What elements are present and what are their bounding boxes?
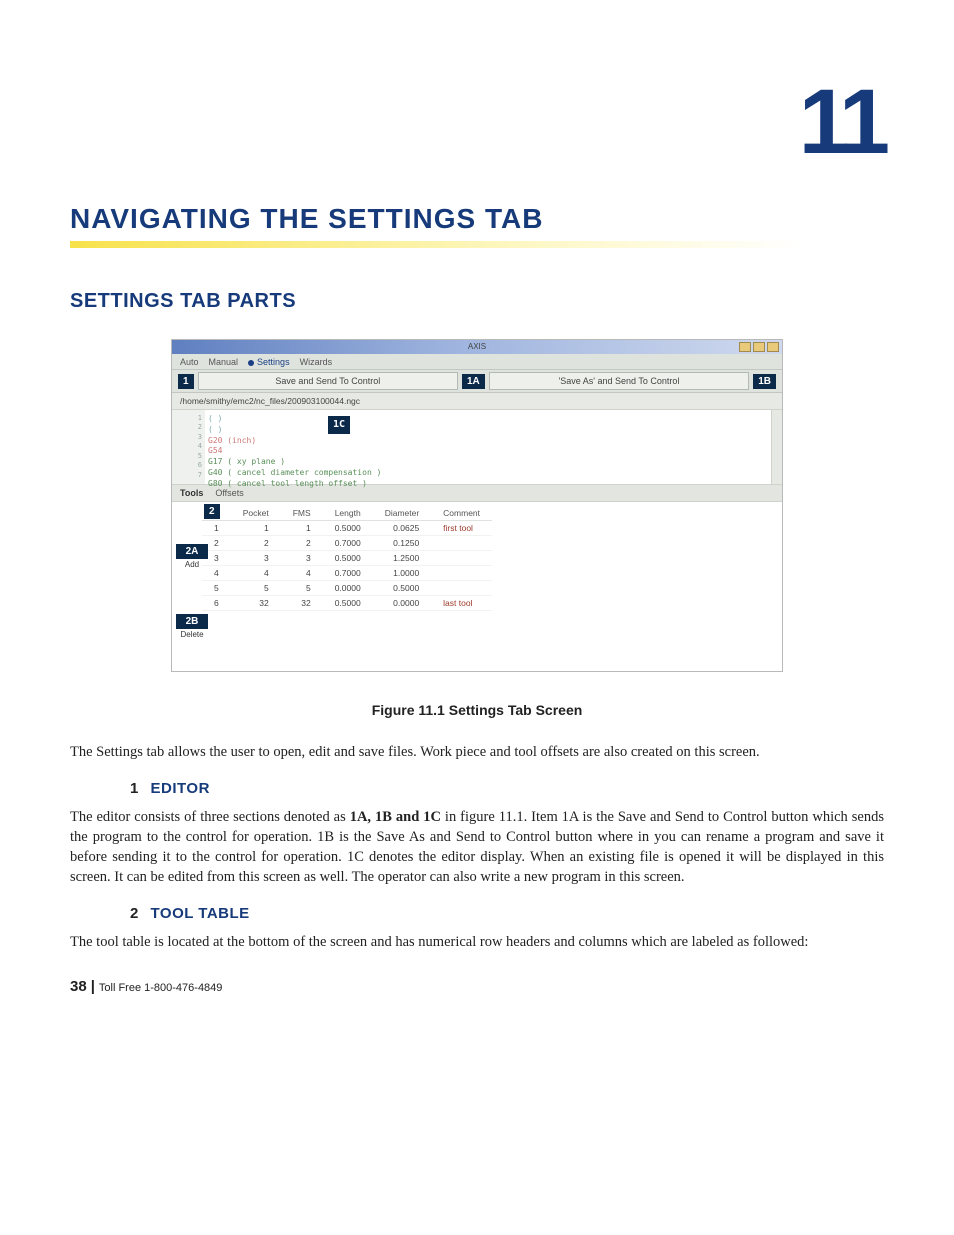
subheading-tooltable: 2 TOOL TABLE xyxy=(130,905,884,922)
editor-para-a: The editor consists of three sections de… xyxy=(70,809,350,825)
section-heading: SETTINGS TAB PARTS xyxy=(70,290,884,313)
col-comment: Comment xyxy=(431,506,492,521)
table-row[interactable]: 1110.50000.0625first tool xyxy=(202,521,492,536)
col-diameter: Diameter xyxy=(373,506,431,521)
window-titlebar: AXIS xyxy=(172,340,782,354)
tool-table-area: 2 2A Add 2B Delete Pocket FMS Length Dia… xyxy=(172,502,782,671)
subheading-editor: 1 EDITOR xyxy=(130,780,884,797)
code-line: G20 (inch) xyxy=(208,436,774,447)
col-fms: FMS xyxy=(281,506,323,521)
intro-paragraph: The Settings tab allows the user to open… xyxy=(70,742,884,762)
editor-scrollbar[interactable] xyxy=(771,410,782,484)
editor-paragraph: The editor consists of three sections de… xyxy=(70,807,884,887)
main-tabs: Auto Manual Settings Wizards xyxy=(172,354,782,369)
table-header-row: Pocket FMS Length Diameter Comment xyxy=(202,506,492,521)
sub-num-2: 2 xyxy=(130,905,138,922)
table-row[interactable]: 2220.70000.1250 xyxy=(202,536,492,551)
callout-1c: 1C xyxy=(328,416,350,434)
code-line: ( ) xyxy=(208,414,774,425)
callout-1: 1 xyxy=(178,374,194,389)
code-line: G54 xyxy=(208,446,774,457)
code-line: G17 ( xy plane ) xyxy=(208,457,774,468)
title-rule xyxy=(70,241,884,248)
file-path: /home/smithy/emc2/nc_files/200903100044.… xyxy=(172,393,782,410)
code-line: ( ) xyxy=(208,425,774,436)
callout-1b: 1B xyxy=(753,374,776,389)
line-gutter: 1234567 xyxy=(172,410,205,484)
save-send-button[interactable]: Save and Send To Control xyxy=(198,372,458,390)
tab-settings[interactable]: Settings xyxy=(248,357,290,367)
tool-table: Pocket FMS Length Diameter Comment 1110.… xyxy=(202,506,492,611)
table-row[interactable]: 5550.00000.5000 xyxy=(202,581,492,596)
callout-2b-group: 2B Delete xyxy=(176,614,208,639)
table-row[interactable]: 632320.50000.0000last tool xyxy=(202,596,492,611)
editor-display[interactable]: 1234567 1C ( ) ( ) G20 (inch) G54 G17 ( … xyxy=(172,410,782,485)
footer-text: Toll Free 1-800-476-4849 xyxy=(99,982,223,994)
sub-title-2: TOOL TABLE xyxy=(151,905,250,922)
table-row[interactable]: 3330.50001.2500 xyxy=(202,551,492,566)
table-row[interactable]: 4440.70001.0000 xyxy=(202,566,492,581)
footer-divider: | xyxy=(91,978,95,995)
code-line: G80 ( cancel tool length offset ) xyxy=(208,479,774,490)
page-number: 38 xyxy=(70,978,87,995)
tab-manual[interactable]: Manual xyxy=(209,357,239,367)
tooltable-paragraph: The tool table is located at the bottom … xyxy=(70,932,884,952)
tab-tools[interactable]: Tools xyxy=(180,488,203,498)
chapter-title: NAVIGATING THE SETTINGS TAB xyxy=(70,203,884,235)
editor-para-bold: 1A, 1B and 1C xyxy=(350,809,441,825)
code-line: G40 ( cancel diameter compensation ) xyxy=(208,468,774,479)
callout-2: 2 xyxy=(204,504,220,519)
add-label: Add xyxy=(185,560,199,569)
callout-2b: 2B xyxy=(176,614,208,629)
window-title: AXIS xyxy=(468,342,486,351)
sub-title-1: EDITOR xyxy=(151,780,210,797)
col-length: Length xyxy=(323,506,373,521)
sub-num-1: 1 xyxy=(130,780,138,797)
delete-label: Delete xyxy=(180,630,203,639)
page-footer: 38| Toll Free 1-800-476-4849 xyxy=(70,978,884,995)
callout-2a: 2A xyxy=(176,544,208,559)
figure-screenshot: AXIS Auto Manual Settings Wizards 1 Save… xyxy=(171,339,783,672)
col-pocket: Pocket xyxy=(231,506,281,521)
tab-wizards[interactable]: Wizards xyxy=(300,357,333,367)
callout-1a: 1A xyxy=(462,374,485,389)
figure-caption: Figure 11.1 Settings Tab Screen xyxy=(70,702,884,718)
window-buttons xyxy=(739,342,779,352)
chapter-number: 11 xyxy=(70,70,884,175)
tab-auto[interactable]: Auto xyxy=(180,357,199,367)
saveas-send-button[interactable]: 'Save As' and Send To Control xyxy=(489,372,749,390)
editor-button-row: 1 Save and Send To Control 1A 'Save As' … xyxy=(172,369,782,393)
callout-2a-group: 2A Add xyxy=(176,544,208,569)
